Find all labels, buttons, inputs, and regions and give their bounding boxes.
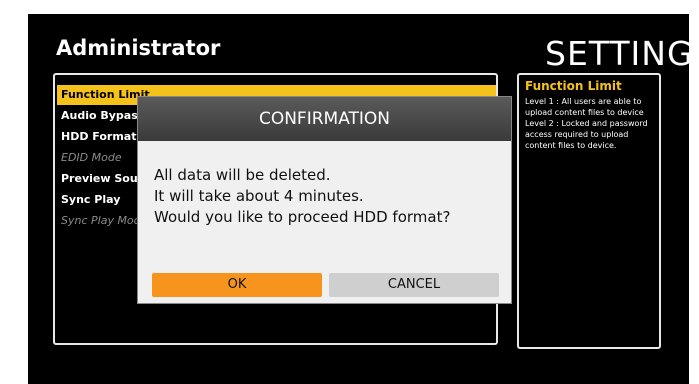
settings-heading: SETTINGS — [545, 34, 699, 73]
cancel-button[interactable]: CANCEL — [329, 273, 499, 297]
help-text: Level 1 : All users are able to upload c… — [525, 97, 648, 150]
confirmation-dialog: CONFIRMATION All data will be deleted. I… — [137, 96, 512, 304]
dialog-message-line: Would you like to proceed HDD format? — [154, 208, 451, 226]
dialog-message: All data will be deleted. It will take a… — [154, 165, 450, 228]
ok-button[interactable]: OK — [152, 273, 322, 297]
page-title: Administrator — [56, 36, 221, 60]
help-panel: Function Limit Level 1 : All users are a… — [517, 73, 661, 349]
dialog-message-line: It will take about 4 minutes. — [154, 187, 364, 205]
dialog-message-line: All data will be deleted. — [154, 166, 331, 184]
dialog-title: CONFIRMATION — [138, 97, 511, 141]
help-title: Function Limit — [525, 79, 622, 93]
